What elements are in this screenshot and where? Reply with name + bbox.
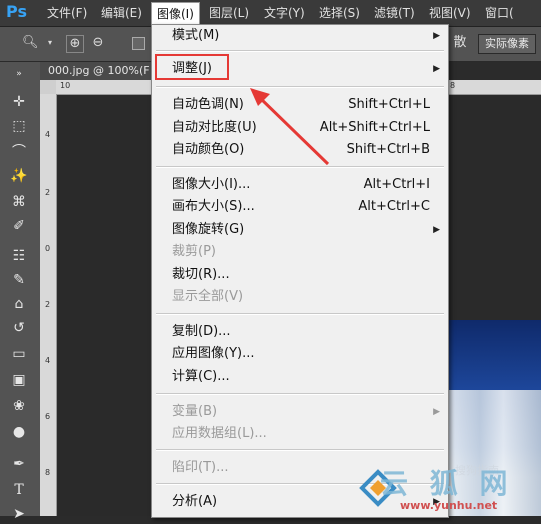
menu-layer[interactable]: 图层(L) [204,3,254,23]
menu-item-shortcut: Shift+Ctrl+B [346,142,430,157]
menu-item-apply-image[interactable]: 应用图像(Y)... [152,343,448,365]
eraser-tool-icon[interactable]: ▭ [9,344,29,364]
watermark-text: 云 狐 网 [380,467,514,500]
menu-edit[interactable]: 编辑(E) [96,3,147,23]
submenu-arrow-icon: ▶ [433,31,440,41]
menu-item-label: 裁剪(P) [172,244,216,259]
menu-item-variables[interactable]: 变量(B) ▶ [152,401,448,423]
menu-separator [156,50,444,52]
menu-separator [156,313,444,315]
annotation-highlight-box [155,54,229,80]
menu-item-reveal-all[interactable]: 显示全部(V) [152,286,448,308]
blur-tool-icon[interactable]: ❀ [9,396,29,416]
type-tool-icon[interactable]: T [9,480,29,500]
magic-wand-tool-icon[interactable]: ✨ [9,166,29,186]
submenu-arrow-icon: ▶ [433,64,440,74]
clone-stamp-tool-icon[interactable]: ⌂ [9,294,29,314]
history-brush-tool-icon[interactable]: ↺ [9,318,29,338]
menu-item-calculations[interactable]: 计算(C)... [152,366,448,388]
submenu-arrow-icon: ▶ [433,407,440,417]
menu-item-trim[interactable]: 裁切(R)... [152,264,448,286]
menu-item-label: 自动颜色(O) [172,142,245,157]
gradient-tool-icon[interactable]: ▣ [9,370,29,390]
ruler-left-label: 4 [45,130,51,139]
chevron-down-icon[interactable]: ▾ [42,35,58,51]
menu-type[interactable]: 文字(Y) [259,3,310,23]
menu-item-label: 自动色调(N) [172,97,244,112]
menu-select[interactable]: 选择(S) [314,3,365,23]
ruler-left-label: 8 [45,468,51,477]
menu-item-image-size[interactable]: 图像大小(I)... Alt+Ctrl+I [152,174,448,196]
zoom-out-icon[interactable]: ⊖ [90,35,106,51]
dodge-tool-icon[interactable]: ● [9,422,29,442]
zoom-icon[interactable]: 🔍︎ [22,35,39,51]
options-text: 散 [453,35,467,50]
menu-item-duplicate[interactable]: 复制(D)... [152,321,448,343]
menu-item-label: 分析(A) [172,494,218,509]
brush-tool-icon[interactable]: ✎ [9,270,29,290]
marquee-tool-icon[interactable]: ⬚ [9,116,29,136]
crop-tool-icon[interactable]: ⌘ [9,192,29,212]
collapse-icon[interactable]: » [9,64,29,84]
healing-brush-tool-icon[interactable]: ☷ [9,246,29,266]
menu-item-mode[interactable]: 模式(M) ▶ [152,25,448,47]
ruler-top-label: 10 [60,81,71,90]
menu-file[interactable]: 文件(F) [42,3,92,23]
watermark-url: www.yunhu.net [400,499,498,512]
menu-item-label: 变量(B) [172,404,218,419]
menu-item-label: 裁切(R)... [172,267,230,282]
menu-item-label: 应用数据组(L)... [172,426,267,441]
menu-filter[interactable]: 滤镜(T) [369,3,420,23]
move-tool-icon[interactable]: ✛ [9,92,29,112]
ruler-left-label: 4 [45,356,51,365]
menu-item-label: 图像旋转(G) [172,222,245,237]
menu-item-label: 应用图像(Y)... [172,346,255,361]
menu-item-label: 计算(C)... [172,369,230,384]
photoshop-logo: Ps [6,2,27,21]
ruler-left-label: 2 [45,300,51,309]
menu-item-label: 显示全部(V) [172,289,244,304]
menu-item-image-rotation[interactable]: 图像旋转(G) ▶ [152,219,448,241]
ruler-corner [40,80,56,94]
actual-pixels-button[interactable]: 实际像素 [478,34,536,54]
menu-item-label: 复制(D)... [172,324,231,339]
menu-item-label: 模式(M) [172,28,220,43]
menu-item-label: 画布大小(S)... [172,199,255,214]
menu-item-shortcut: Shift+Ctrl+L [348,97,430,112]
menu-item-crop[interactable]: 裁剪(P) [152,241,448,263]
ruler-left-label: 0 [45,244,51,253]
menu-item-shortcut: Alt+Ctrl+I [363,177,430,192]
path-selection-tool-icon[interactable]: ➤ [9,504,29,524]
menu-item-shortcut: Alt+Ctrl+C [358,199,430,214]
ruler-left-label: 2 [45,188,51,197]
menu-separator [156,393,444,395]
annotation-arrow-icon [250,88,330,166]
menu-window[interactable]: 窗口( [480,3,519,23]
menu-image[interactable]: 图像(I) [151,2,200,25]
document-tab[interactable]: 000.jpg @ 100%(F [40,62,169,80]
lasso-tool-icon[interactable]: ⌒ [9,142,29,162]
menu-item-label: 图像大小(I)... [172,177,251,192]
menu-separator [156,449,444,451]
eyedropper-tool-icon[interactable]: ✐ [9,216,29,236]
resize-windows-checkbox[interactable] [132,37,145,50]
ruler-top-label: 8 [450,81,456,90]
toolbox: » ✛ ⬚ ⌒ ✨ ⌘ ✐ ☷ ✎ ⌂ ↺ ▭ ▣ ❀ ● ✒ T ➤ [0,62,41,522]
menu-item-canvas-size[interactable]: 画布大小(S)... Alt+Ctrl+C [152,196,448,218]
submenu-arrow-icon: ▶ [433,225,440,235]
ruler-left-label: 6 [45,412,51,421]
zoom-in-icon[interactable]: ⊕ [66,35,84,53]
ruler-left: 4 2 0 2 4 6 8 [40,94,57,516]
pen-tool-icon[interactable]: ✒ [9,454,29,474]
menu-item-label: 陷印(T)... [172,460,229,475]
menu-item-apply-data-set[interactable]: 应用数据组(L)... [152,423,448,445]
menu-bar: Ps 文件(F) 编辑(E) 图像(I) 图层(L) 文字(Y) 选择(S) 滤… [0,0,541,27]
menu-view[interactable]: 视图(V) [424,3,476,23]
